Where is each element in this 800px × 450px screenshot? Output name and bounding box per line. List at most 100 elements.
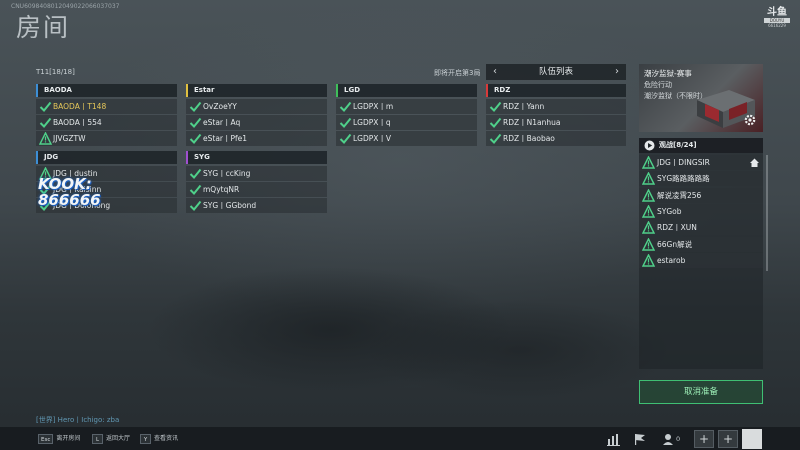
- warning-triangle-icon: [641, 253, 656, 267]
- team-color-bar: [336, 84, 338, 97]
- check-icon: [339, 133, 352, 144]
- chevron-right-icon[interactable]: ›: [611, 66, 623, 78]
- check-icon: [489, 116, 502, 129]
- player-slot[interactable]: LGDPX丨m: [336, 99, 477, 114]
- player-slot[interactable]: BAODA丨T148: [36, 99, 177, 114]
- player-slot[interactable]: eStar丨Aq: [186, 115, 327, 130]
- warning-triangle-icon: [641, 220, 656, 234]
- player-slot[interactable]: JJVGZTW: [36, 131, 177, 146]
- add-slot-button[interactable]: +: [718, 430, 738, 448]
- spectator-item[interactable]: SYGob: [639, 203, 763, 219]
- gear-icon[interactable]: [743, 113, 757, 127]
- cancel-ready-button[interactable]: 取消准备: [639, 380, 763, 404]
- player-slot[interactable]: OvZoeYY: [186, 99, 327, 114]
- check-icon: [39, 116, 52, 129]
- player-slot[interactable]: mQytqNR: [186, 182, 327, 197]
- player-slot[interactable]: LGDPX丨q: [336, 115, 477, 130]
- key-cap: L: [92, 433, 103, 444]
- player-slot[interactable]: BAODA丨554: [36, 115, 177, 130]
- team-name: SYG: [194, 153, 210, 161]
- spectator-name: JDG丨DINGSIR: [657, 158, 710, 167]
- keyboard-hint[interactable]: Esc 离开房间: [38, 433, 80, 445]
- team-name: Estar: [194, 86, 215, 94]
- team-header: SYG: [186, 151, 327, 164]
- player-slot[interactable]: SYG丨GGbond: [186, 198, 327, 213]
- kook-watermark: KOOK: 866666: [38, 176, 101, 208]
- warning-triangle-icon: [641, 204, 656, 218]
- warning-triangle-icon: [641, 155, 656, 169]
- logo-text: 斗鱼: [767, 7, 787, 18]
- player-name: LGDPX丨V: [353, 134, 392, 143]
- check-icon: [489, 132, 502, 145]
- page-title: 房间: [16, 13, 71, 42]
- spectator-item[interactable]: 解说凌霄256: [639, 187, 763, 203]
- upcoming-round-label: 即将开启第3局: [434, 69, 481, 77]
- warning-triangle-icon: [38, 131, 53, 145]
- hint-label: 返回大厅: [106, 435, 131, 442]
- keyboard-hint[interactable]: L 返回大厅: [92, 433, 130, 445]
- player-name: RDZ丨Baobao: [503, 134, 555, 143]
- spectator-item[interactable]: 66Gn解说: [639, 236, 763, 252]
- player-slot[interactable]: eStar丨Pfe1: [186, 131, 327, 146]
- player-slot[interactable]: RDZ丨N1anhua: [486, 115, 626, 130]
- warning-triangle-icon: [641, 236, 656, 251]
- player-slot[interactable]: RDZ丨Yann: [486, 99, 626, 114]
- key-cap: Y: [140, 433, 151, 444]
- team-header: RDZ: [486, 84, 626, 97]
- team-header: Estar: [186, 84, 327, 97]
- check-icon: [189, 116, 202, 129]
- warning-triangle-icon: [641, 220, 656, 234]
- spectator-name: 解说凌霄256: [657, 190, 702, 200]
- play-circle-icon: [644, 140, 655, 151]
- player-slot[interactable]: RDZ丨Baobao: [486, 131, 626, 146]
- team-header: LGD: [336, 84, 477, 97]
- check-icon: [339, 101, 352, 112]
- friends-count: 0: [676, 435, 681, 443]
- event-mode: 危险行动: [644, 81, 672, 89]
- event-title: 潮汐监狱-赛事: [644, 69, 692, 78]
- check-icon: [489, 100, 502, 113]
- keyboard-hint[interactable]: Y 查看资讯: [140, 433, 178, 445]
- team-color-bar: [186, 151, 188, 164]
- team-color-bar: [186, 84, 188, 97]
- warning-triangle-icon: [641, 204, 656, 218]
- player-name: eStar丨Aq: [203, 118, 241, 127]
- team-name: LGD: [344, 86, 361, 94]
- hint-label: 离开房间: [56, 435, 81, 442]
- flag-icon[interactable]: [632, 432, 648, 446]
- add-slot-button[interactable]: +: [694, 430, 714, 448]
- check-icon: [39, 101, 52, 112]
- watermark-line2: 866666: [38, 191, 101, 209]
- home-icon: [749, 157, 760, 168]
- check-icon: [339, 100, 352, 113]
- warning-triangle-icon: [641, 155, 656, 169]
- watermark-line1: KOOK:: [38, 175, 92, 193]
- stats-icon[interactable]: [606, 432, 622, 446]
- check-icon: [339, 132, 352, 145]
- team-name: JDG: [44, 153, 59, 161]
- team-name: RDZ: [494, 86, 511, 94]
- spectator-count: 观战[8/24]: [659, 141, 697, 149]
- player-name: OvZoeYY: [203, 102, 237, 111]
- event-card[interactable]: 潮汐监狱-赛事 危险行动 潮汐监狱（不限时）: [639, 64, 763, 132]
- warning-triangle-icon: [641, 188, 656, 202]
- round-label: T11[18/18]: [36, 68, 75, 76]
- avatar[interactable]: [742, 429, 762, 449]
- team-header: JDG: [36, 151, 177, 164]
- warning-triangle-icon: [641, 171, 656, 185]
- check-icon: [189, 199, 202, 212]
- player-name: BAODA丨554: [53, 118, 102, 127]
- player-slot[interactable]: SYG丨ccKing: [186, 166, 327, 181]
- team-name: BAODA: [44, 86, 72, 94]
- spectator-name: RDZ丨XUN: [657, 223, 697, 233]
- spectator-name: 66Gn解说: [657, 239, 693, 249]
- warning-triangle-icon: [38, 131, 53, 145]
- spectator-item[interactable]: estarob: [639, 252, 763, 268]
- player-name: SYG丨GGbond: [203, 201, 257, 210]
- spectator-item[interactable]: SYG路路路路路: [639, 171, 763, 187]
- check-icon: [39, 117, 52, 128]
- player-slot[interactable]: LGDPX丨V: [336, 131, 477, 146]
- spectator-item[interactable]: RDZ丨XUN: [639, 220, 763, 236]
- spectator-item[interactable]: JDG丨DINGSIR: [639, 155, 763, 170]
- spectator-scrollbar[interactable]: [766, 155, 768, 271]
